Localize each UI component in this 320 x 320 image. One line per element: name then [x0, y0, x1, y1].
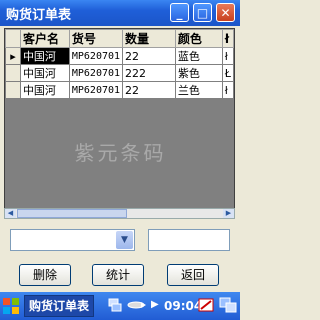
horizontal-scrollbar[interactable]: ◀ ▶: [4, 208, 235, 219]
arrow-right-icon: ▶: [151, 299, 159, 310]
table-row[interactable]: ▸ 中国河 MP620701 22 蓝色 ł: [5, 47, 234, 65]
cell-color[interactable]: 蓝色: [174, 47, 223, 65]
cell-color[interactable]: 兰色: [174, 81, 223, 99]
scroll-left-icon[interactable]: ◀: [5, 209, 16, 218]
taskbar: 购货订单表 ▶ 09:04: [0, 292, 240, 320]
grid-table: 客户名 货号 数量 颜色 ł ▸ 中国河 MP620701 22 蓝色 ł 中国…: [5, 29, 234, 99]
cell-quantity[interactable]: 22: [122, 81, 176, 99]
window-title: 购货订单表: [6, 8, 72, 23]
grid-header-row: 客户名 货号 数量 颜色 ł: [5, 29, 234, 48]
cell-item-no[interactable]: MP620701: [68, 64, 124, 82]
cell-extra[interactable]: ł: [221, 81, 234, 99]
maximize-button[interactable]: □: [193, 3, 212, 22]
cell-customer[interactable]: 中国河: [19, 47, 70, 65]
minimize-icon: _: [176, 6, 183, 20]
cell-quantity[interactable]: 22: [122, 47, 176, 65]
data-grid[interactable]: 客户名 货号 数量 颜色 ł ▸ 中国河 MP620701 22 蓝色 ł 中国…: [4, 28, 235, 219]
table-row[interactable]: 中国河 MP620701 222 紫色 Ł: [5, 64, 234, 82]
chevron-down-icon[interactable]: ▼: [116, 231, 133, 249]
cell-item-no[interactable]: MP620701: [68, 81, 124, 99]
delete-button[interactable]: 删除: [19, 264, 71, 286]
column-header-quantity[interactable]: 数量: [122, 29, 176, 48]
table-row[interactable]: 中国河 MP620701 22 兰色 ł: [5, 81, 234, 99]
maximize-icon: □: [196, 6, 209, 20]
column-header-extra[interactable]: ł: [221, 29, 234, 48]
network-icon[interactable]: [107, 297, 123, 313]
combo-box[interactable]: ▼: [10, 229, 135, 251]
row-header-corner: [5, 29, 21, 48]
column-header-item-no[interactable]: 货号: [68, 29, 124, 48]
minimize-button[interactable]: _: [170, 3, 189, 22]
windows-switch-icon[interactable]: [219, 297, 237, 313]
text-input[interactable]: [148, 229, 230, 251]
scroll-right-icon[interactable]: ▶: [223, 209, 234, 218]
taskbar-task-button[interactable]: 购货订单表: [24, 295, 94, 317]
close-icon: ✕: [220, 6, 231, 20]
clock[interactable]: 09:04: [164, 299, 202, 313]
back-button[interactable]: 返回: [167, 264, 219, 286]
cell-extra[interactable]: ł: [221, 47, 234, 65]
start-windows-icon[interactable]: [2, 297, 20, 315]
row-header: [5, 81, 21, 99]
scroll-thumb[interactable]: [17, 209, 127, 218]
column-header-customer[interactable]: 客户名: [19, 29, 70, 48]
cell-item-no[interactable]: MP620701: [68, 47, 124, 65]
cell-color[interactable]: 紫色: [174, 64, 223, 82]
title-bar: 购货订单表 _ □ ✕: [0, 0, 240, 26]
cell-customer[interactable]: 中国河: [19, 64, 70, 82]
stats-button[interactable]: 统计: [92, 264, 144, 286]
input-panel-icon[interactable]: [198, 297, 214, 313]
row-pointer-icon: ▸: [5, 47, 21, 65]
watermark-text: 紫元条码: [74, 141, 167, 165]
close-button[interactable]: ✕: [216, 3, 235, 22]
connectivity-icon[interactable]: [127, 299, 147, 311]
cell-quantity[interactable]: 222: [122, 64, 176, 82]
column-header-color[interactable]: 颜色: [174, 29, 223, 48]
row-header: [5, 64, 21, 82]
cell-extra[interactable]: Ł: [221, 64, 234, 82]
cell-customer[interactable]: 中国河: [19, 81, 70, 99]
